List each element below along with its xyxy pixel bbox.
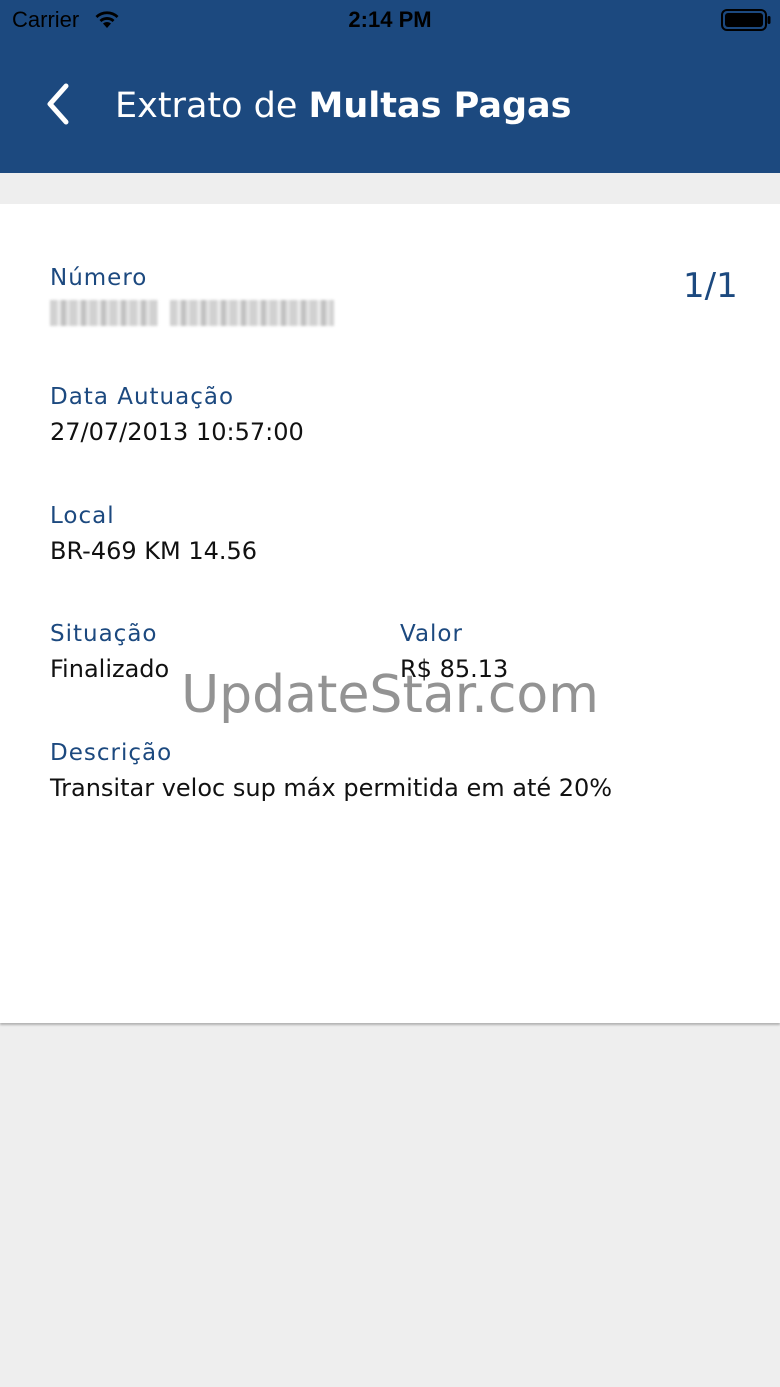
status-bar: Carrier 2:14 PM: [0, 0, 780, 40]
top-header-background: Carrier 2:14 PM Extrato de Multas Pagas: [0, 0, 780, 173]
numero-value-redacted: [50, 300, 334, 326]
page-title-bold: Multas Pagas: [308, 86, 572, 126]
valor-value: R$ 85.13: [400, 655, 509, 683]
chevron-left-icon: [44, 82, 72, 130]
data-autuacao-label: Data Autuação: [50, 384, 235, 410]
local-value: BR-469 KM 14.56: [50, 537, 258, 565]
fine-detail-card: Número 1/1 Data Autuação 27/07/2013 10:5…: [0, 204, 780, 1023]
local-label: Local: [50, 503, 115, 529]
page-counter: 1/1: [683, 266, 738, 306]
data-autuacao-value: 27/07/2013 10:57:00: [50, 418, 304, 446]
situacao-label: Situação: [50, 621, 158, 647]
descricao-value: Transitar veloc sup máx permitida em até…: [50, 774, 613, 802]
valor-label: Valor: [400, 621, 463, 647]
back-button[interactable]: [30, 76, 86, 136]
page-title: Extrato de Multas Pagas: [115, 86, 571, 126]
situacao-value: Finalizado: [50, 655, 170, 683]
numero-label: Número: [50, 265, 148, 291]
page-title-prefix: Extrato de: [115, 86, 309, 126]
descricao-label: Descrição: [50, 740, 173, 766]
status-time: 2:14 PM: [348, 7, 432, 32]
navigation-bar: Extrato de Multas Pagas: [0, 40, 780, 173]
